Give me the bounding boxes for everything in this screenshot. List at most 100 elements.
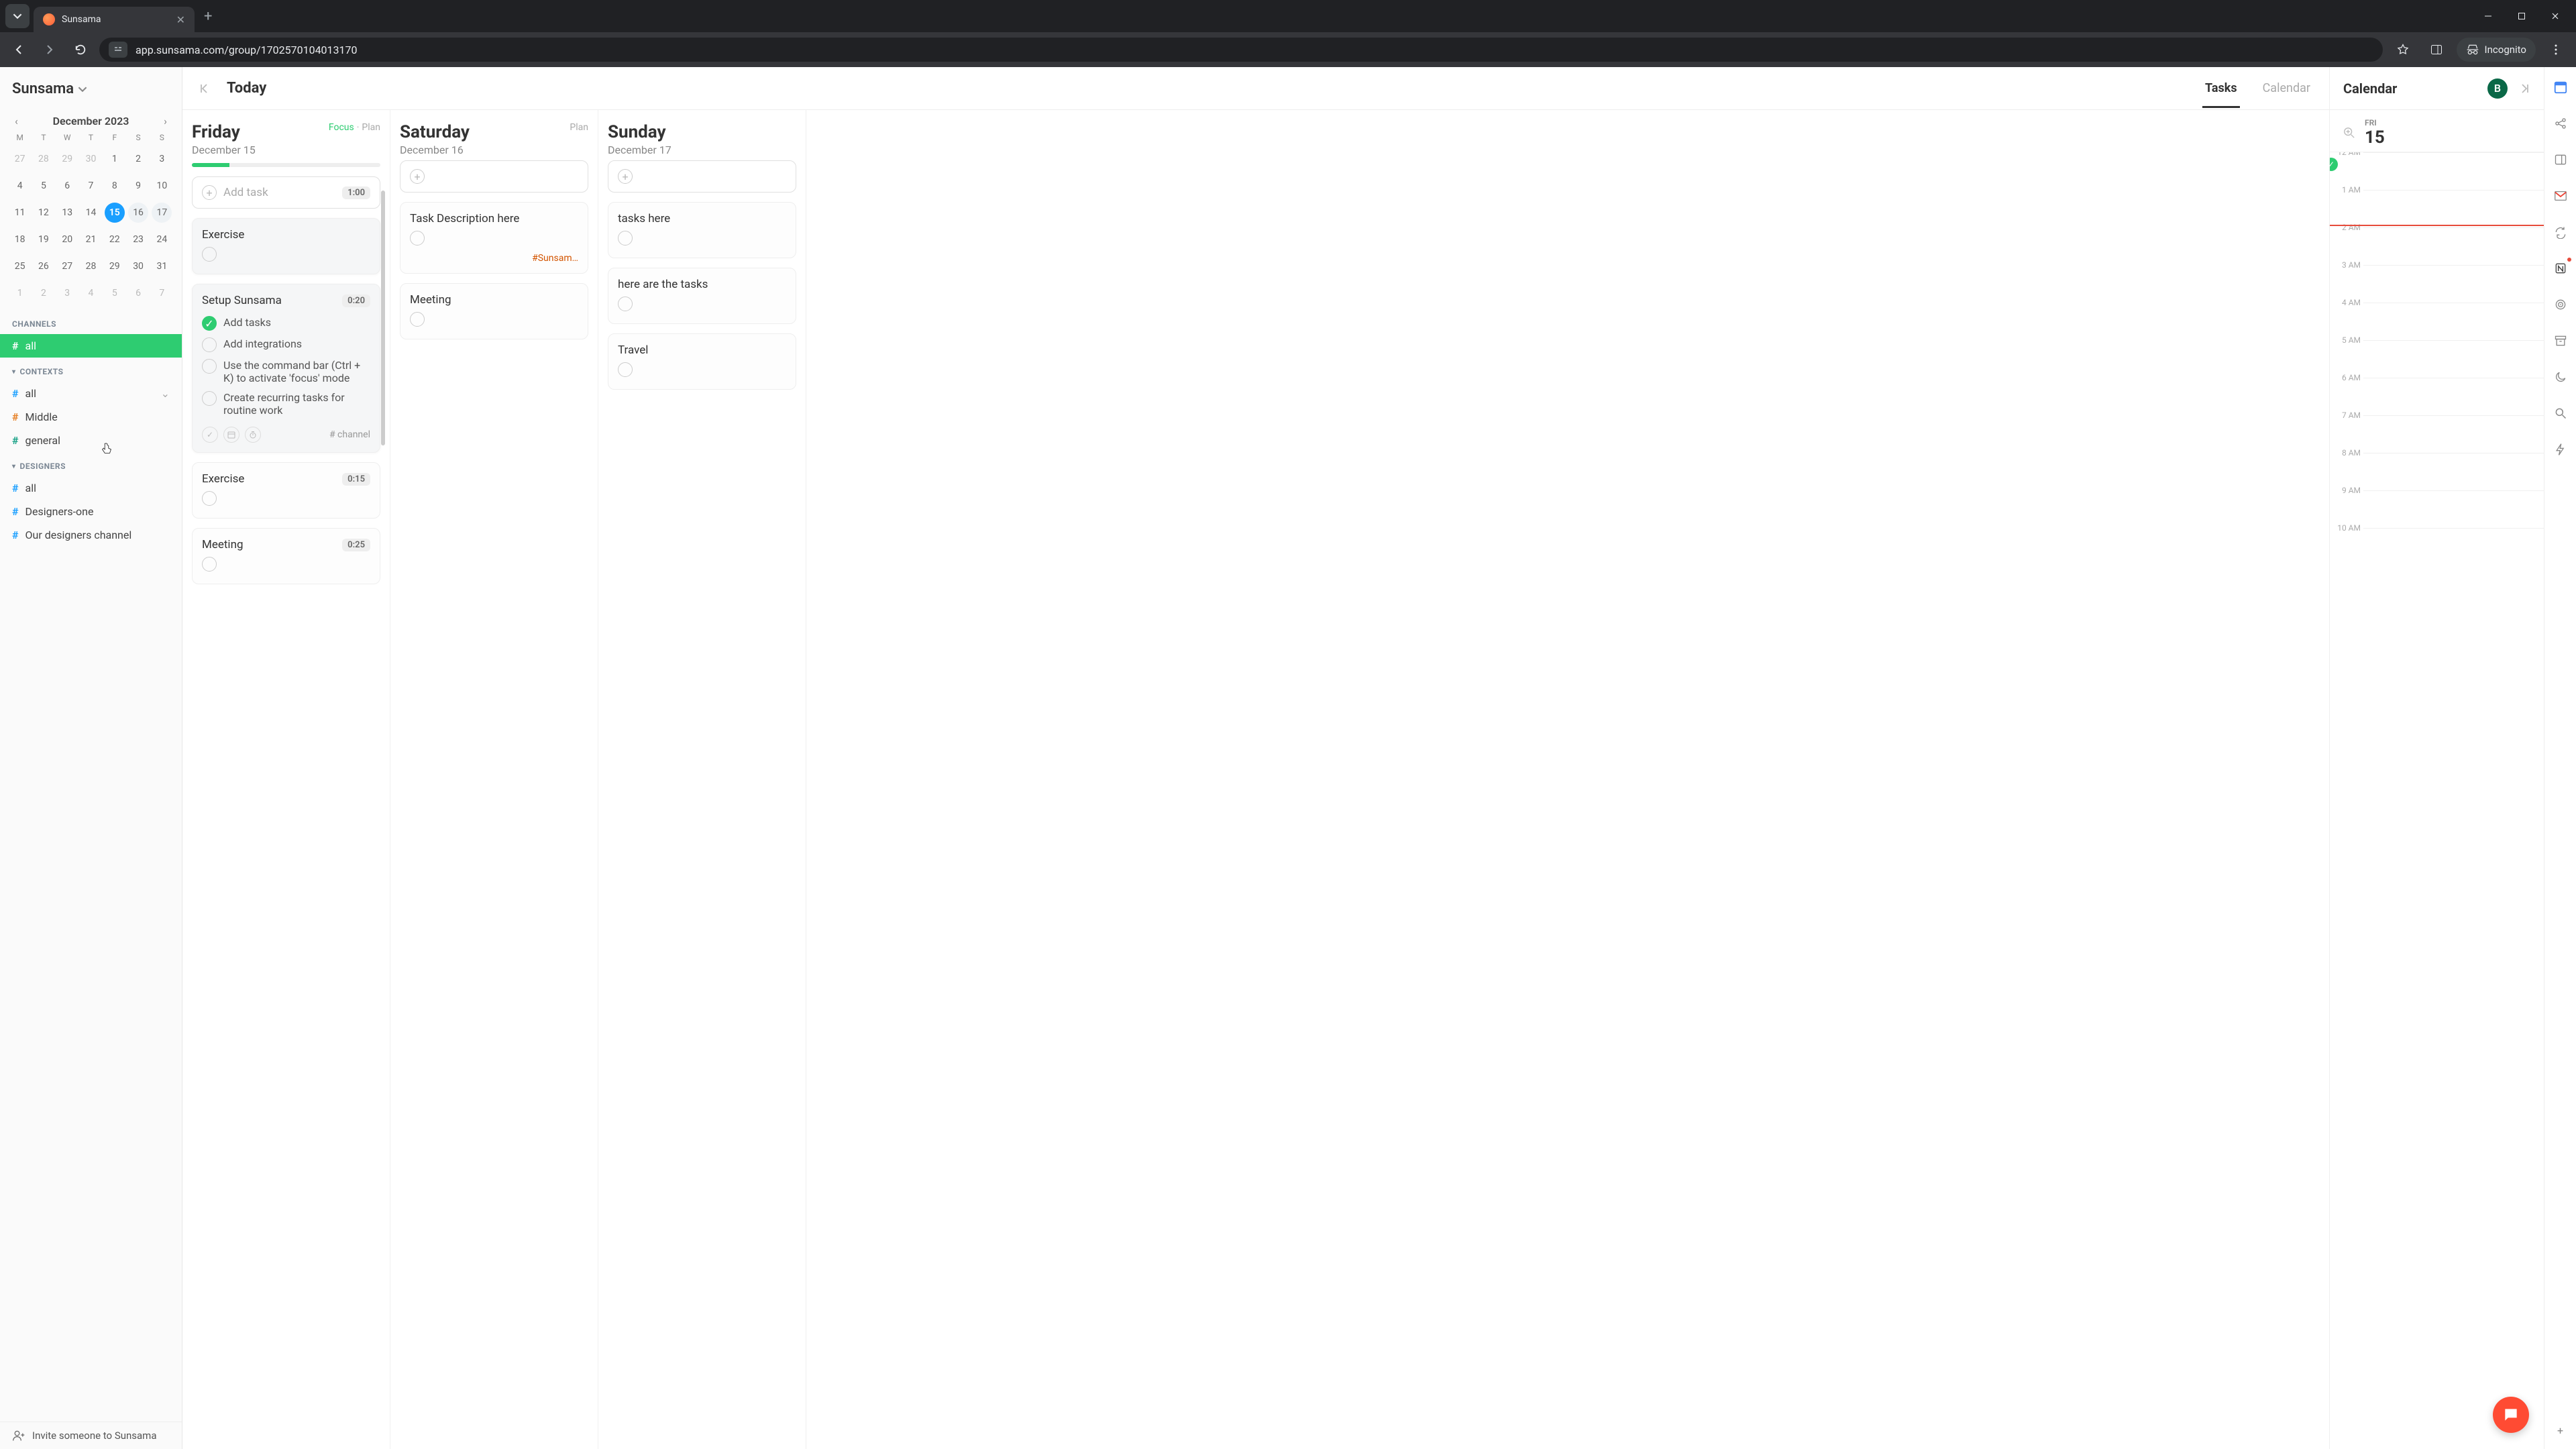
mini-cal-day[interactable]: 15 bbox=[105, 203, 125, 223]
mini-cal-day[interactable]: 29 bbox=[57, 149, 77, 169]
mini-cal-day[interactable]: 17 bbox=[152, 203, 172, 223]
new-tab-button[interactable]: + bbox=[195, 8, 221, 25]
rail-target-button[interactable] bbox=[2551, 295, 2570, 314]
view-tab-tasks[interactable]: Tasks bbox=[2202, 69, 2240, 107]
designers-section-toggle[interactable]: DESIGNERS bbox=[0, 452, 182, 476]
view-tab-calendar[interactable]: Calendar bbox=[2260, 69, 2313, 107]
task-schedule-button[interactable] bbox=[223, 427, 239, 443]
task-card[interactable]: Task Description here#Sunsam… bbox=[400, 202, 588, 274]
scrollbar-thumb[interactable] bbox=[381, 191, 385, 445]
workspace-picker[interactable]: Sunsama bbox=[0, 80, 182, 107]
mini-cal-day[interactable]: 28 bbox=[80, 256, 101, 276]
timeline-hour[interactable]: 5 AM bbox=[2363, 340, 2544, 378]
timeline-hour[interactable]: 8 AM bbox=[2363, 453, 2544, 490]
task-card[interactable]: Meeting0:25 bbox=[192, 528, 380, 584]
day-action-plan[interactable]: Plan bbox=[570, 122, 588, 133]
task-checkbox[interactable] bbox=[618, 297, 633, 311]
mini-cal-day[interactable]: 28 bbox=[34, 149, 54, 169]
collapse-sidebar-button[interactable] bbox=[199, 82, 212, 95]
mini-cal-day[interactable]: 1 bbox=[10, 283, 30, 303]
rail-bolt-button[interactable] bbox=[2551, 440, 2570, 459]
default-duration[interactable]: 1:00 bbox=[342, 186, 370, 199]
mini-cal-day[interactable]: 4 bbox=[10, 176, 30, 196]
subtask-checkbox[interactable]: ✓ bbox=[202, 316, 217, 331]
mini-cal-day[interactable]: 25 bbox=[10, 256, 30, 276]
rail-gcal-button[interactable] bbox=[2551, 78, 2570, 97]
mini-cal-next-button[interactable]: › bbox=[161, 112, 170, 130]
mini-cal-day[interactable]: 19 bbox=[34, 229, 54, 250]
subtask-checkbox[interactable] bbox=[202, 391, 217, 406]
mini-cal-day[interactable]: 4 bbox=[80, 283, 101, 303]
mini-cal-day[interactable]: 22 bbox=[105, 229, 125, 250]
calendar-timeline[interactable]: 12 AM1 AM2 AM3 AM4 AM5 AM6 AM7 AM8 AM9 A… bbox=[2330, 152, 2544, 1449]
task-card[interactable]: Meeting bbox=[400, 283, 588, 339]
tab-history-button[interactable] bbox=[5, 4, 30, 28]
mini-cal-day[interactable]: 1 bbox=[105, 149, 125, 169]
channel-all[interactable]: #all bbox=[0, 334, 182, 358]
day-action-focus[interactable]: Focus bbox=[329, 122, 354, 133]
mini-cal-day[interactable]: 2 bbox=[128, 149, 148, 169]
task-checkbox[interactable] bbox=[618, 362, 633, 377]
mini-cal-day[interactable]: 7 bbox=[152, 283, 172, 303]
mini-cal-day[interactable]: 11 bbox=[10, 203, 30, 223]
task-timer-button[interactable] bbox=[245, 427, 261, 443]
add-task-input[interactable]: + bbox=[608, 160, 796, 193]
mini-cal-day[interactable]: 6 bbox=[128, 283, 148, 303]
timeline-hour[interactable]: 12 AM bbox=[2363, 152, 2544, 190]
subtask-checkbox[interactable] bbox=[202, 359, 217, 374]
task-checkbox[interactable] bbox=[202, 247, 217, 262]
timeline-hour[interactable]: 1 AM bbox=[2363, 190, 2544, 227]
mini-cal-day[interactable]: 21 bbox=[80, 229, 101, 250]
mini-cal-day[interactable]: 7 bbox=[80, 176, 101, 196]
subtask-row[interactable]: Use the command bar (Ctrl + K) to activa… bbox=[202, 356, 370, 388]
mini-cal-day[interactable]: 10 bbox=[152, 176, 172, 196]
mini-cal-day[interactable]: 31 bbox=[152, 256, 172, 276]
browser-menu-button[interactable] bbox=[2542, 36, 2569, 63]
rail-panel-button[interactable] bbox=[2551, 150, 2570, 169]
rail-archive-button[interactable] bbox=[2551, 331, 2570, 350]
context-general[interactable]: #general bbox=[0, 429, 182, 452]
mini-cal-day[interactable]: 5 bbox=[34, 176, 54, 196]
task-card[interactable]: tasks here bbox=[608, 202, 796, 258]
mini-cal-day[interactable]: 27 bbox=[57, 256, 77, 276]
bookmark-star-button[interactable] bbox=[2390, 36, 2416, 63]
task-card[interactable]: Exercise0:15 bbox=[192, 462, 380, 519]
mini-cal-day[interactable]: 13 bbox=[57, 203, 77, 223]
subtask-checkbox[interactable] bbox=[202, 337, 217, 352]
mini-cal-day[interactable]: 29 bbox=[105, 256, 125, 276]
mini-cal-day[interactable]: 23 bbox=[128, 229, 148, 250]
mini-cal-day[interactable]: 14 bbox=[80, 203, 101, 223]
mini-cal-prev-button[interactable]: ‹ bbox=[12, 112, 21, 130]
context-Middle[interactable]: #Middle bbox=[0, 405, 182, 429]
task-card[interactable]: Travel bbox=[608, 333, 796, 390]
task-channel-tag[interactable]: #Sunsam… bbox=[532, 253, 578, 264]
mini-cal-day[interactable]: 12 bbox=[34, 203, 54, 223]
designer-channel-all[interactable]: #all bbox=[0, 476, 182, 500]
window-minimize-button[interactable] bbox=[2473, 3, 2504, 30]
timeline-hour[interactable]: 6 AM bbox=[2363, 378, 2544, 415]
rail-moon-button[interactable] bbox=[2551, 368, 2570, 386]
incognito-chip[interactable]: Incognito bbox=[2457, 38, 2536, 62]
mini-cal-day[interactable]: 5 bbox=[105, 283, 125, 303]
task-checkbox[interactable] bbox=[410, 231, 425, 246]
nav-reload-button[interactable] bbox=[68, 38, 93, 62]
add-task-input[interactable]: + bbox=[400, 160, 588, 193]
mini-cal-day[interactable]: 6 bbox=[57, 176, 77, 196]
rail-gmail-button[interactable] bbox=[2551, 186, 2570, 205]
expand-calendar-button[interactable] bbox=[2517, 82, 2530, 95]
site-info-button[interactable] bbox=[109, 42, 127, 58]
invite-link[interactable]: Invite someone to Sunsama bbox=[0, 1421, 182, 1449]
task-duration[interactable]: 0:20 bbox=[342, 294, 370, 307]
timeline-hour[interactable]: 7 AM bbox=[2363, 415, 2544, 453]
timeline-hour[interactable]: 3 AM bbox=[2363, 265, 2544, 303]
window-maximize-button[interactable] bbox=[2506, 3, 2537, 30]
timeline-hour[interactable]: 9 AM bbox=[2363, 490, 2544, 528]
window-close-button[interactable] bbox=[2540, 3, 2571, 30]
mini-cal-day[interactable]: 27 bbox=[10, 149, 30, 169]
support-chat-button[interactable] bbox=[2493, 1397, 2529, 1433]
task-duration[interactable]: 0:15 bbox=[342, 473, 370, 486]
mini-cal-day[interactable]: 3 bbox=[57, 283, 77, 303]
mini-cal-day[interactable]: 2 bbox=[34, 283, 54, 303]
subtask-row[interactable]: ✓Add tasks bbox=[202, 313, 370, 334]
timeline-hour[interactable]: 4 AM bbox=[2363, 303, 2544, 340]
